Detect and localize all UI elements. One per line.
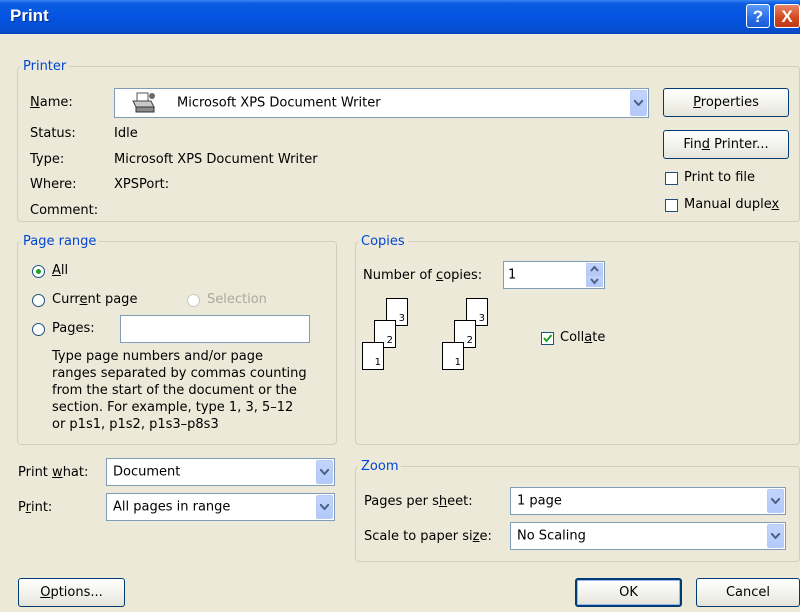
current-page-label: Current page: [52, 292, 138, 307]
copies-spinner[interactable]: 1: [503, 261, 605, 289]
collate-illustration-2: 3 2 1: [442, 298, 522, 376]
help-line: or p1s1, p1s2, p1s3–p8s3: [52, 417, 219, 432]
ok-button[interactable]: OK: [575, 578, 682, 607]
scale-label: Scale to paper size:: [364, 529, 492, 544]
all-radio[interactable]: [32, 265, 45, 278]
collate-label: Collate: [560, 330, 606, 345]
copies-value: 1: [508, 267, 517, 283]
manual-duplex-checkbox[interactable]: [665, 199, 678, 212]
number-of-copies-label: Number of copies:: [363, 268, 483, 283]
status-value: Idle: [114, 126, 138, 141]
pages-label: Pages:: [52, 321, 95, 336]
zoom-legend: Zoom: [358, 459, 402, 474]
help-line: section. For example, type 1, 3, 5–12: [52, 400, 294, 415]
selection-radio[interactable]: [187, 294, 200, 307]
pages-per-sheet-value: 1 page: [517, 493, 562, 509]
print-to-file-label: Print to file: [684, 170, 756, 185]
comment-label: Comment:: [30, 203, 99, 218]
chevron-down-icon[interactable]: [767, 524, 784, 548]
page-icon: 1: [362, 342, 384, 370]
scale-value: No Scaling: [517, 528, 586, 544]
print-select[interactable]: All pages in range: [106, 493, 335, 521]
print-value: All pages in range: [113, 499, 231, 515]
where-label: Where:: [30, 177, 77, 192]
cancel-button[interactable]: Cancel: [696, 578, 800, 607]
find-printer-button[interactable]: Find Printer...: [663, 130, 789, 159]
collate-illustration-1: 3 2 1: [362, 298, 442, 376]
help-line: from the start of the document or the: [52, 383, 297, 398]
status-label: Status:: [30, 126, 76, 141]
pages-per-sheet-select[interactable]: 1 page: [510, 487, 786, 515]
close-button[interactable]: X: [774, 4, 800, 28]
chevron-down-icon[interactable]: [316, 460, 333, 484]
properties-button[interactable]: Properties: [663, 88, 789, 117]
help-icon: ?: [752, 7, 764, 26]
title-bar: [0, 0, 800, 34]
printer-icon: [131, 92, 157, 118]
pages-input[interactable]: [120, 315, 310, 343]
chevron-down-icon[interactable]: [316, 495, 333, 519]
pages-radio[interactable]: [32, 323, 45, 336]
window-title: Print: [10, 6, 49, 25]
page-range-help-text: Type page numbers and/or page ranges sep…: [52, 348, 307, 433]
page-range-legend: Page range: [20, 234, 100, 249]
spin-down-icon[interactable]: [586, 275, 603, 287]
radio-selected-dot: [36, 269, 41, 274]
print-what-value: Document: [113, 464, 181, 480]
print-to-file-checkbox[interactable]: [665, 172, 678, 185]
printer-name-label: Name:: [30, 95, 73, 110]
printer-legend: Printer: [20, 59, 70, 74]
printer-name-select[interactable]: Microsoft XPS Document Writer: [114, 88, 649, 118]
print-label: Print:: [18, 500, 53, 515]
printer-dropdown-arrow[interactable]: [630, 90, 647, 116]
selection-label: Selection: [207, 292, 267, 307]
type-label: Type:: [30, 152, 65, 167]
collate-checkbox[interactable]: [541, 332, 554, 345]
checkmark-icon: [543, 334, 553, 343]
options-button[interactable]: Options...: [18, 578, 125, 607]
spin-up-icon[interactable]: [586, 263, 603, 275]
print-what-label: Print what:: [18, 465, 89, 480]
page-icon: 1: [442, 342, 464, 370]
manual-duplex-label: Manual duplex: [684, 197, 780, 212]
all-label: All: [52, 263, 69, 278]
help-button[interactable]: ?: [746, 4, 770, 28]
print-what-select[interactable]: Document: [106, 458, 335, 486]
copies-legend: Copies: [358, 234, 408, 249]
chevron-down-icon[interactable]: [767, 489, 784, 513]
close-icon: X: [781, 7, 793, 26]
pages-per-sheet-label: Pages per sheet:: [364, 494, 473, 509]
help-line: ranges separated by commas counting: [52, 366, 307, 381]
current-page-radio[interactable]: [32, 294, 45, 307]
help-line: Type page numbers and/or page: [52, 349, 263, 364]
printer-name-value: Microsoft XPS Document Writer: [177, 95, 381, 111]
scale-select[interactable]: No Scaling: [510, 522, 786, 550]
where-value: XPSPort:: [114, 177, 170, 192]
type-value: Microsoft XPS Document Writer: [114, 152, 318, 167]
